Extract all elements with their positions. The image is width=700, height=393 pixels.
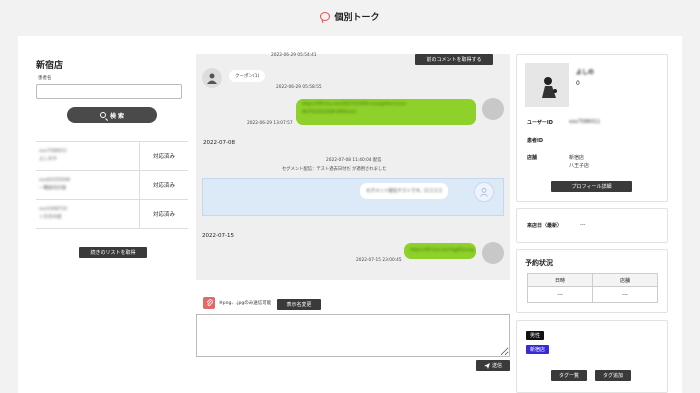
patient-name-label: 患者名 <box>38 76 52 81</box>
load-previous-comments-button[interactable]: 前のコメントを取得する <box>415 54 493 65</box>
search-button-label: 検 索 <box>109 112 125 120</box>
user-status: 対応済み <box>152 212 175 218</box>
reservation-store: --- <box>622 291 628 298</box>
reservation-date: --- <box>528 287 593 302</box>
send-button-label: 送信 <box>491 363 502 369</box>
last-visit-value: --- <box>580 222 586 228</box>
date-separator: 2022-07-15 <box>202 233 234 239</box>
segment-note: セグメント配信：テスト過去日付だ が適用されました <box>282 167 387 172</box>
col-date-header: 日時 <box>528 274 593 286</box>
profile-image <box>525 63 569 107</box>
user-id: xxx7586011 <box>39 149 68 154</box>
user-status: 対応済み <box>152 183 175 189</box>
user-id-label: ユーザーID <box>527 120 553 126</box>
last-visit-label: 来店日（最新） <box>527 223 563 229</box>
send-button[interactable]: 送信 <box>476 360 510 371</box>
message-text: https://liff.line.me/1657123456-xxxxgsf/… <box>302 102 407 107</box>
user-status: 対応済み <box>152 154 175 160</box>
user-list: xxx7586011 よしのす 対応済み xxxb5255048 一種族同計器 対応… <box>36 141 188 229</box>
user-list-item[interactable]: xxxb5255048 一種族同計器 対応済み <box>36 171 188 200</box>
user-id-value: xxx7586011 <box>569 119 601 125</box>
file-type-hint: ※png、.jpgのみ送信可能 <box>219 301 272 306</box>
user-name: よしのす <box>39 157 57 162</box>
profile-count: 0 <box>576 80 580 87</box>
tag-add-button[interactable]: タグ追加 <box>595 370 631 381</box>
message-timestamp: 2022-07-15 23:00:45 <box>356 258 402 263</box>
store-value: 八王子店 <box>569 163 590 169</box>
profile-illustration-icon <box>542 77 557 98</box>
page-header: 個別トーク <box>0 0 700 32</box>
tag-badge-store: 新宿店 <box>526 345 550 354</box>
user-list-item[interactable]: xxx7586011 よしのす 対応済み <box>36 142 188 171</box>
tag-list-button[interactable]: タグ一覧 <box>551 370 587 381</box>
profile-name: よしの <box>576 69 595 76</box>
reservation-title: 予約状況 <box>525 259 553 267</box>
send-icon <box>483 362 490 369</box>
page-title: 個別トーク <box>334 12 380 23</box>
person-icon <box>207 73 217 84</box>
message-timestamp: 2022-06-29 05:54:41 <box>271 53 317 58</box>
reservation-table: 日時 店舗 --- --- <box>527 273 658 303</box>
table-row: --- --- <box>528 287 657 302</box>
store-name: 新宿店 <box>36 61 64 71</box>
user-list-item[interactable]: xxx5308710 くの方の宿 対応済み <box>36 200 188 229</box>
store-label: 店舗 <box>527 155 538 161</box>
outgoing-message: https://liff.line.me/7ggt5jvxxg <box>404 243 476 259</box>
col-store-header: 店舗 <box>619 277 630 284</box>
message-text: https://liff.line.me/7ggt5jvxxg <box>410 248 474 253</box>
user-avatar <box>202 68 222 88</box>
paperclip-icon <box>206 299 213 306</box>
message-text: クーポン(1) <box>235 74 260 79</box>
store-avatar <box>482 98 504 120</box>
segment-timestamp: 2022-07-08 11:40:04 配信 <box>326 158 382 163</box>
date-separator: 2022-07-08 <box>203 140 235 146</box>
segment-message-band <box>202 178 504 216</box>
user-id: xxx5308710 <box>39 207 68 212</box>
search-button[interactable]: 検 索 <box>67 107 157 123</box>
change-display-name-button[interactable]: 表示名変更 <box>277 299 321 310</box>
message-timestamp: 2022-06-29 13:07:57 <box>247 121 293 126</box>
segment-avatar <box>474 182 494 202</box>
patient-id-label: 患者ID <box>527 138 544 144</box>
store-value: 新宿店 <box>569 155 585 161</box>
user-name: くの方の宿 <box>39 215 62 220</box>
attach-file-button[interactable] <box>203 297 215 309</box>
person-icon <box>480 187 488 197</box>
user-id: xxxb5255048 <box>39 178 70 183</box>
message-text: 9b7f12223328f-4f00xxxx <box>302 110 357 115</box>
incoming-message: クーポン(1) <box>229 70 266 82</box>
chat-bubble-icon <box>320 11 331 21</box>
patient-search-input[interactable] <box>36 84 182 99</box>
search-icon <box>99 112 106 118</box>
message-input[interactable] <box>196 314 510 357</box>
segment-message: セグメント配信テストです。ロコココ <box>360 183 449 199</box>
profile-detail-button[interactable]: プロフィール詳細 <box>551 181 632 192</box>
outgoing-message: https://liff.line.me/1657123456-xxxxgsf/… <box>296 99 476 125</box>
user-name: 一種族同計器 <box>39 186 66 191</box>
tag-badge-gender: 男性 <box>526 331 545 340</box>
message-timestamp: 2022-06-29 05:58:55 <box>276 85 322 90</box>
store-avatar <box>482 242 504 264</box>
next-list-button[interactable]: 続きのリストを取得 <box>79 247 147 258</box>
message-text: セグメント配信テストです。ロコココ <box>366 189 443 194</box>
